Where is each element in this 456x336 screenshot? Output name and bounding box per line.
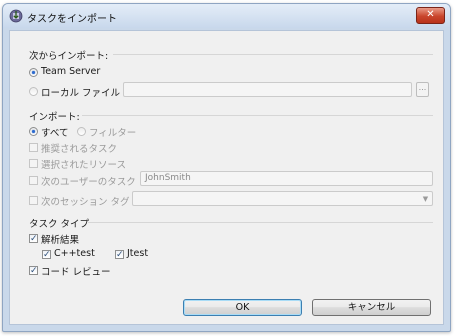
import-all-label: すべて xyxy=(41,128,69,139)
user-tasks-label: 次のユーザーのタスク xyxy=(41,177,136,188)
window-title: タスクをインポート xyxy=(27,14,117,25)
close-button[interactable]: ✕ xyxy=(416,7,445,24)
dialog-body: 次からインポート: Team Server ローカル ファイル ... インポー… xyxy=(9,30,444,325)
cancel-button[interactable]: キャンセル xyxy=(312,299,431,316)
selected-resources-checkbox[interactable] xyxy=(29,159,38,168)
chevron-down-icon[interactable]: ▼ xyxy=(420,193,431,205)
import-filter-radio[interactable] xyxy=(77,127,86,136)
import-all-radio[interactable] xyxy=(29,127,38,136)
user-tasks-checkbox[interactable] xyxy=(29,176,38,185)
browse-button[interactable]: ... xyxy=(416,82,429,97)
local-file-path-input[interactable] xyxy=(123,82,412,97)
import-label: インポート: xyxy=(29,112,80,123)
local-file-label: ローカル ファイル xyxy=(41,88,121,99)
user-name-input[interactable]: JohnSmith xyxy=(140,171,433,186)
code-review-checkbox[interactable]: ✓ xyxy=(29,266,38,276)
recommended-tasks-checkbox[interactable] xyxy=(29,143,38,152)
analysis-results-label: 解析結果 xyxy=(41,235,80,246)
title-bar[interactable]: タスクをインポート ✕ xyxy=(3,4,450,28)
selected-resources-label: 選択されたリソース xyxy=(41,160,127,171)
session-tag-checkbox[interactable] xyxy=(29,196,38,205)
recommended-tasks-label: 推奨されるタスク xyxy=(41,144,118,155)
team-server-radio[interactable] xyxy=(29,68,38,77)
dialog-window: タスクをインポート ✕ 次からインポート: Team Server ローカル フ… xyxy=(2,3,451,332)
jtest-checkbox[interactable]: ✓ xyxy=(115,250,124,260)
cpptest-label: C++test xyxy=(54,248,95,259)
import-separator xyxy=(82,115,433,116)
task-type-label: タスク タイプ xyxy=(29,219,90,230)
import-tasks-icon xyxy=(9,9,23,23)
import-from-label: 次からインポート: xyxy=(29,51,109,62)
ok-button[interactable]: OK xyxy=(183,299,302,316)
local-file-radio[interactable] xyxy=(29,87,38,96)
task-type-separator xyxy=(88,222,433,223)
analysis-results-checkbox[interactable]: ✓ xyxy=(29,234,38,244)
session-tag-combo[interactable]: ▼ xyxy=(132,191,433,206)
import-filter-label: フィルター xyxy=(89,128,137,139)
cpptest-checkbox[interactable]: ✓ xyxy=(42,250,51,260)
jtest-label: Jtest xyxy=(127,248,149,259)
code-review-label: コード レビュー xyxy=(41,267,111,278)
team-server-label: Team Server xyxy=(41,66,101,77)
session-tag-label: 次のセッション タグ xyxy=(41,197,130,208)
import-from-separator xyxy=(113,54,433,55)
